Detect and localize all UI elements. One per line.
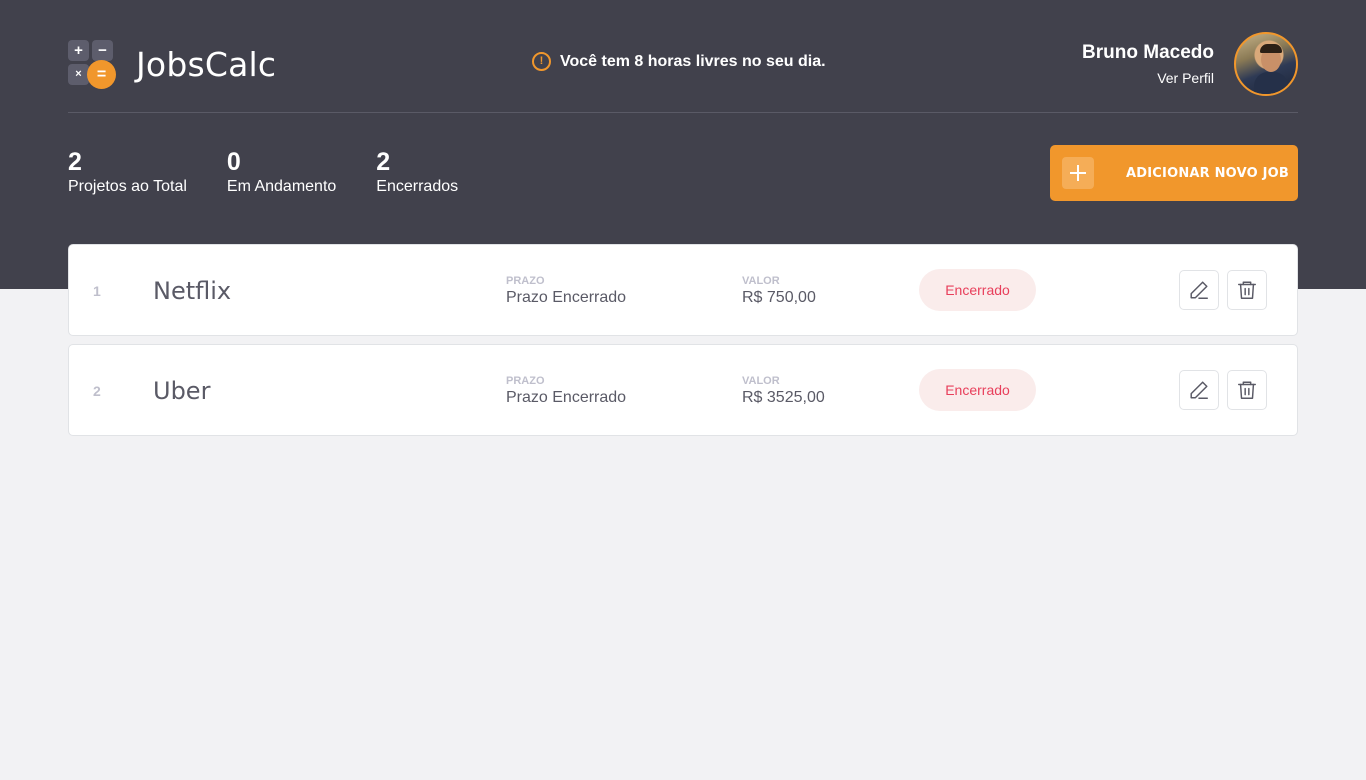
- value-amount: R$ 3525,00: [742, 389, 825, 406]
- stat-label: Projetos ao Total: [68, 178, 187, 195]
- plus-icon: [1062, 157, 1094, 189]
- job-id: 1: [93, 283, 101, 299]
- deadline-label: PRAZO: [506, 375, 545, 387]
- job-name: Netflix: [153, 277, 232, 305]
- job-value: VALOR R$ 750,00: [742, 275, 816, 307]
- alert-circle-icon: !: [532, 52, 551, 71]
- avatar[interactable]: [1234, 32, 1298, 96]
- profile-text: Bruno Macedo Ver Perfil: [1082, 42, 1214, 86]
- value-label: VALOR: [742, 375, 780, 387]
- status-badge: Encerrado: [919, 369, 1036, 411]
- header-divider: [68, 112, 1298, 113]
- stat-value: 2: [68, 148, 82, 176]
- deadline-value: Prazo Encerrado: [506, 389, 627, 406]
- job-id: 2: [93, 383, 101, 399]
- stat-value: 0: [226, 148, 241, 176]
- job-card: 1 Netflix PRAZO Prazo Encerrado VALOR R$…: [68, 244, 1298, 336]
- logo[interactable]: + − × = JobsCalc: [68, 40, 277, 89]
- add-new-job-label: ADICIONAR NOVO JOB: [1126, 165, 1289, 181]
- add-new-job-button[interactable]: ADICIONAR NOVO JOB: [1050, 145, 1298, 201]
- status-badge: Encerrado: [919, 269, 1036, 311]
- delete-job-button[interactable]: [1227, 370, 1267, 410]
- stat-total: 2 Projetos ao Total: [68, 148, 187, 196]
- notice-text: Você tem 8 horas livres no seu dia.: [560, 52, 826, 70]
- value-amount: R$ 750,00: [742, 289, 816, 306]
- free-hours-notice: ! Você tem 8 horas livres no seu dia.: [532, 52, 826, 71]
- stat-label: Encerrados: [376, 178, 459, 195]
- stat-label: Em Andamento: [226, 178, 337, 195]
- calculator-logo-icon: + − × =: [68, 40, 116, 89]
- top-bar: + − × = JobsCalc ! Você tem 8 horas livr…: [68, 32, 1298, 96]
- job-value: VALOR R$ 3525,00: [742, 375, 825, 407]
- stats-summary: 2 Projetos ao Total 0 Em Andamento 2 Enc…: [68, 148, 498, 196]
- view-profile-link[interactable]: Ver Perfil: [1082, 70, 1214, 86]
- logo-equals-glyph: =: [87, 60, 116, 89]
- avatar-hair: [1260, 44, 1282, 53]
- pencil-icon: [1190, 281, 1208, 299]
- value-label: VALOR: [742, 275, 780, 287]
- edit-job-button[interactable]: [1179, 270, 1219, 310]
- logo-times-glyph: ×: [68, 64, 89, 85]
- logo-minus-glyph: −: [92, 40, 113, 61]
- pencil-icon: [1190, 381, 1208, 399]
- trash-icon: [1238, 381, 1256, 399]
- job-list: 1 Netflix PRAZO Prazo Encerrado VALOR R$…: [68, 244, 1298, 444]
- delete-job-button[interactable]: [1227, 270, 1267, 310]
- stat-closed: 2 Encerrados: [376, 148, 458, 196]
- deadline-label: PRAZO: [506, 275, 545, 287]
- app-name: JobsCalc: [136, 44, 277, 84]
- profile-name: Bruno Macedo: [1082, 42, 1214, 63]
- stat-value: 2: [376, 148, 391, 176]
- avatar-suit: [1254, 72, 1288, 94]
- job-card: 2 Uber PRAZO Prazo Encerrado VALOR R$ 35…: [68, 344, 1298, 436]
- trash-icon: [1238, 281, 1256, 299]
- logo-plus-glyph: +: [68, 40, 89, 61]
- job-name: Uber: [153, 377, 211, 405]
- profile[interactable]: Bruno Macedo Ver Perfil: [1082, 32, 1298, 96]
- edit-job-button[interactable]: [1179, 370, 1219, 410]
- stat-in-progress: 0 Em Andamento: [227, 148, 336, 196]
- job-deadline: PRAZO Prazo Encerrado: [506, 375, 626, 407]
- job-deadline: PRAZO Prazo Encerrado: [506, 275, 626, 307]
- deadline-value: Prazo Encerrado: [506, 289, 627, 306]
